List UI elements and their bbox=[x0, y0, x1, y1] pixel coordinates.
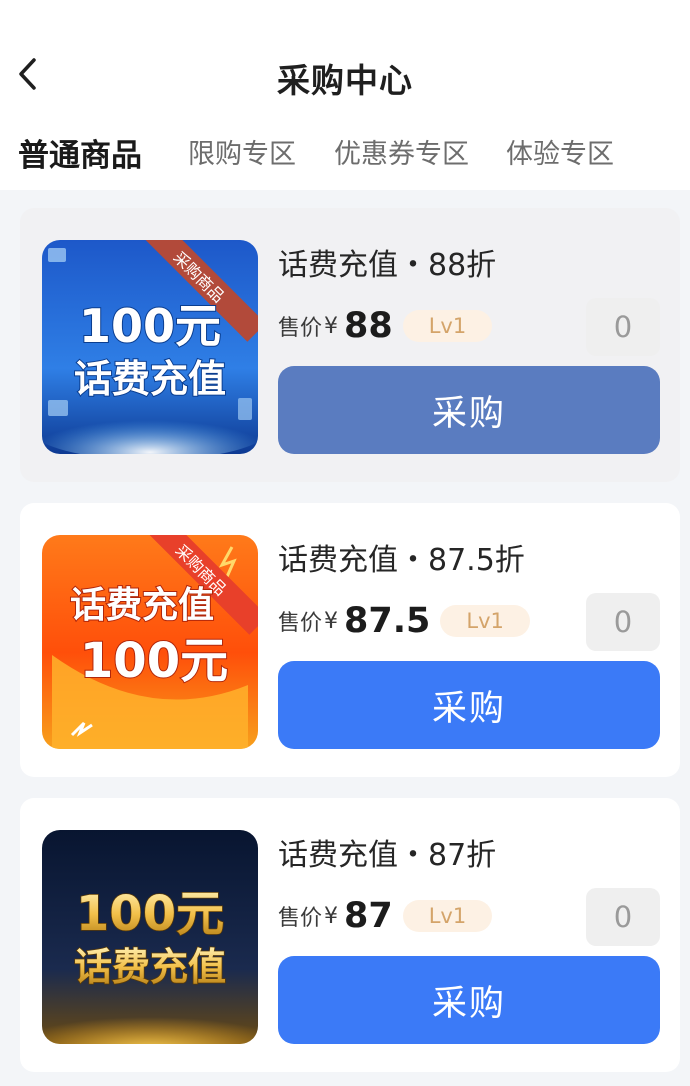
tab-experience[interactable]: 体验专区 bbox=[506, 132, 614, 171]
image-headline: 100元 bbox=[79, 299, 221, 353]
purchase-button[interactable]: 采购 bbox=[278, 366, 660, 454]
level-badge: Lv1 bbox=[440, 605, 530, 637]
tab-regular-products[interactable]: 普通商品 bbox=[18, 130, 142, 175]
currency-symbol: ¥ bbox=[324, 608, 339, 634]
product-name: 话费充值・87折 bbox=[278, 838, 497, 873]
tab-coupons[interactable]: 优惠券专区 bbox=[334, 132, 469, 171]
image-subline: 100元 bbox=[80, 633, 228, 689]
page-title: 采购中心 bbox=[277, 61, 413, 100]
image-headline: 话费充值 bbox=[70, 585, 214, 626]
price-value: 87.5 bbox=[344, 601, 431, 641]
price-row: 售价 ¥ 87 Lv1 bbox=[278, 894, 493, 938]
quantity-field[interactable]: 0 bbox=[586, 593, 660, 651]
level-badge: Lv1 bbox=[402, 900, 493, 932]
product-image: 采购商品 100元 话费充值 bbox=[42, 240, 258, 454]
product-name: 话费充值・88折 bbox=[278, 248, 497, 283]
price-label: 售价 bbox=[278, 316, 323, 341]
price-row: 售价 ¥ 87.5 Lv1 bbox=[278, 599, 530, 643]
product-card[interactable]: 采购商品 100元 话费充值 话费充值・88折 售价 ¥ 88 Lv1 0 采购 bbox=[20, 208, 680, 482]
quantity-field[interactable]: 0 bbox=[586, 888, 660, 946]
price-label: 售价 bbox=[278, 611, 323, 636]
purchase-button[interactable]: 采购 bbox=[278, 956, 660, 1044]
purchase-button[interactable]: 采购 bbox=[278, 661, 660, 749]
currency-symbol: ¥ bbox=[324, 313, 339, 339]
quantity-field[interactable]: 0 bbox=[586, 298, 660, 356]
image-subline: 话费充值 bbox=[74, 945, 226, 989]
level-badge: Lv1 bbox=[402, 310, 493, 342]
product-name: 话费充值・87.5折 bbox=[278, 543, 525, 578]
price-row: 售价 ¥ 88 Lv1 bbox=[278, 304, 493, 348]
price-label: 售价 bbox=[278, 906, 323, 931]
product-image: 100元 话费充值 bbox=[42, 830, 258, 1044]
product-image: 采购商品 话费充值 100元 bbox=[42, 535, 258, 749]
image-subline: 话费充值 bbox=[74, 357, 226, 401]
product-card[interactable]: 100元 话费充值 话费充值・87折 售价 ¥ 87 Lv1 0 采购 bbox=[20, 798, 680, 1072]
price-value: 87 bbox=[344, 896, 393, 936]
currency-symbol: ¥ bbox=[324, 903, 339, 929]
product-card[interactable]: 采购商品 话费充值 100元 话费充值・87.5折 售价 ¥ 87.5 Lv1 … bbox=[20, 503, 680, 777]
tab-limited-purchase[interactable]: 限购专区 bbox=[188, 132, 296, 171]
image-headline: 100元 bbox=[76, 886, 224, 942]
price-value: 88 bbox=[344, 306, 393, 346]
